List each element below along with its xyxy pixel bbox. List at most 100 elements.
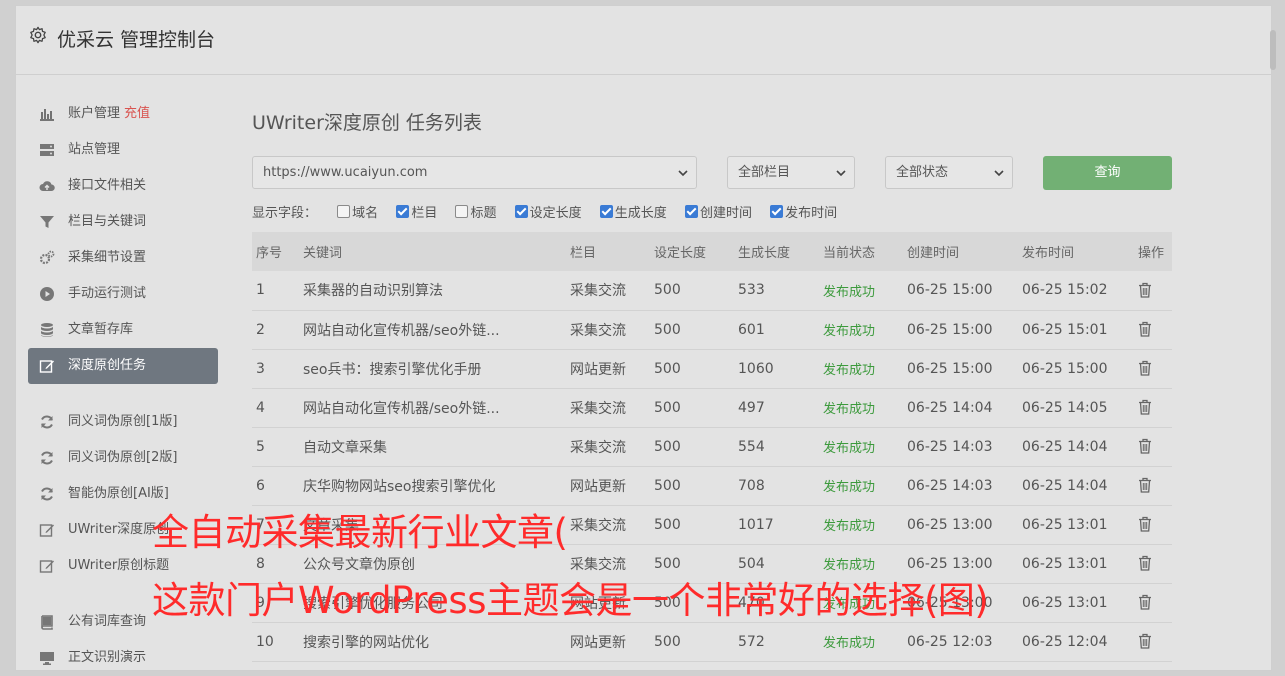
sidebar-item-columns-keywords[interactable]: 栏目与关键词 bbox=[28, 204, 218, 240]
sidebar-item-deep-original-tasks[interactable]: 深度原创任务 bbox=[28, 348, 218, 384]
checkbox[interactable] bbox=[514, 205, 528, 218]
trash-icon[interactable] bbox=[1138, 360, 1152, 376]
trash-icon[interactable] bbox=[1138, 633, 1152, 649]
table-cell-action bbox=[1138, 466, 1172, 505]
table-cell: 06-25 13:01 bbox=[1022, 594, 1108, 611]
gear-icon[interactable] bbox=[29, 26, 47, 44]
table-cell: 533 bbox=[738, 282, 765, 299]
sidebar-item-interface-files[interactable]: 接口文件相关 bbox=[28, 168, 218, 204]
checkbox[interactable] bbox=[396, 205, 410, 218]
table-row: 10 搜索引擎的网站优化 网站更新 500 572 发布成功 06-25 12:03 06-2… bbox=[252, 622, 1172, 661]
table-cell: 06-25 12:04 bbox=[1022, 633, 1108, 650]
table-cell: 网站更新 bbox=[570, 361, 626, 378]
field-checkbox-created[interactable]: 创建时间 bbox=[684, 202, 752, 221]
table-cell: 06-25 14:04 bbox=[1022, 438, 1108, 455]
field-checkbox-gen-length[interactable]: 生成长度 bbox=[599, 202, 667, 221]
sidebar-item-label: 栏目与关键词 bbox=[68, 214, 147, 229]
table-cell: 06-25 13:00 bbox=[907, 516, 993, 533]
sidebar-item-synonym-v2[interactable]: 同义词伪原创[2版] bbox=[28, 440, 218, 476]
sidebar-item-article-store[interactable]: 文章暂存库 bbox=[28, 312, 218, 348]
sidebar-item-manual-test[interactable]: 手动运行测试 bbox=[28, 276, 218, 312]
field-checkbox-domain[interactable]: 域名 bbox=[337, 202, 378, 221]
trash-icon[interactable] bbox=[1138, 282, 1152, 298]
table-cell: 4 bbox=[256, 399, 265, 416]
column-select[interactable]: 全部栏目 bbox=[727, 156, 855, 189]
page-title: UWriter深度原创 任务列表 bbox=[252, 112, 482, 134]
overlay-caption-line1: 全自动采集最新行业文章( bbox=[152, 511, 568, 554]
checkbox-label: 创建时间 bbox=[699, 206, 752, 221]
trash-icon[interactable] bbox=[1138, 594, 1152, 610]
gears-icon bbox=[39, 250, 55, 265]
trash-icon[interactable] bbox=[1138, 399, 1152, 415]
table-cell: 自动文章采集 bbox=[303, 439, 387, 456]
field-checkbox-title[interactable]: 标题 bbox=[455, 202, 496, 221]
table-cell: 1060 bbox=[738, 360, 774, 377]
recharge-link[interactable]: 充值 bbox=[124, 106, 150, 121]
sidebar-item-label: 文章暂存库 bbox=[68, 322, 134, 337]
server-icon bbox=[40, 144, 54, 156]
site-select[interactable]: https://www.ucaiyun.com bbox=[252, 156, 697, 189]
table-cell: 发布成功 bbox=[823, 441, 876, 456]
checkbox[interactable] bbox=[337, 205, 351, 218]
table-cell: 500 bbox=[654, 399, 681, 416]
table-cell: 601 bbox=[738, 321, 765, 338]
table-cell: 06-25 14:03 bbox=[907, 477, 993, 494]
table-cell: 3 bbox=[256, 360, 265, 377]
table-cell: 06-25 15:02 bbox=[1022, 282, 1108, 299]
sidebar-item-synonym-v1[interactable]: 同义词伪原创[1版] bbox=[28, 404, 218, 440]
play-icon bbox=[40, 287, 54, 301]
sidebar-item-sites[interactable]: 站点管理 bbox=[28, 132, 218, 168]
sidebar-item-label: 智能伪原创[AI版] bbox=[68, 486, 169, 501]
edit-icon bbox=[39, 524, 54, 537]
trash-icon[interactable] bbox=[1138, 321, 1152, 337]
table-cell: 网站自动化宣传机器/seo外链... bbox=[303, 322, 500, 339]
trash-icon[interactable] bbox=[1138, 438, 1152, 454]
table-cell: 发布成功 bbox=[823, 636, 876, 651]
field-checkbox-set-length[interactable]: 设定长度 bbox=[514, 202, 582, 221]
table-cell: 572 bbox=[738, 633, 765, 650]
table-row: 2 网站自动化宣传机器/seo外链... 采集交流 500 601 发布成功 06-25 1… bbox=[252, 310, 1172, 349]
sidebar-item-label: 深度原创任务 bbox=[68, 358, 147, 373]
sidebar-item-label: 正文识别演示 bbox=[68, 650, 147, 665]
trash-icon[interactable] bbox=[1138, 516, 1152, 532]
table-row: 5 自动文章采集 采集交流 500 554 发布成功 06-25 14:03 06-25 14… bbox=[252, 427, 1172, 466]
checkbox-label: 标题 bbox=[470, 206, 497, 221]
checkbox[interactable] bbox=[455, 205, 469, 218]
field-checkbox-column[interactable]: 栏目 bbox=[396, 202, 437, 221]
site-select-value: https://www.ucaiyun.com bbox=[263, 165, 428, 180]
table-cell-action bbox=[1138, 622, 1172, 661]
table-cell: 采集交流 bbox=[570, 439, 626, 456]
checkbox-label: 设定长度 bbox=[529, 206, 582, 221]
table-cell: 5 bbox=[256, 438, 265, 455]
query-button[interactable]: 查询 bbox=[1043, 156, 1172, 190]
table-cell: 搜索引擎的网站优化 bbox=[303, 634, 429, 651]
table-cell: 500 bbox=[654, 516, 681, 533]
table-cell: 500 bbox=[654, 360, 681, 377]
sidebar-item-account[interactable]: 账户管理 充值 bbox=[28, 96, 218, 132]
chevron-down-icon bbox=[836, 170, 846, 177]
checkbox[interactable] bbox=[599, 205, 613, 218]
status-select[interactable]: 全部状态 bbox=[885, 156, 1013, 189]
edit-icon bbox=[39, 360, 54, 373]
checkbox[interactable] bbox=[684, 205, 698, 218]
table-cell: 网站更新 bbox=[570, 634, 626, 651]
field-checkbox-published[interactable]: 发布时间 bbox=[770, 202, 837, 221]
column-header: 创建时间 bbox=[907, 246, 960, 261]
table-cell: 采集交流 bbox=[570, 517, 626, 534]
table-cell: 06-25 14:03 bbox=[907, 438, 993, 455]
scrollbar[interactable] bbox=[1270, 30, 1276, 70]
checkbox[interactable] bbox=[770, 205, 784, 218]
sidebar-item-collect-settings[interactable]: 采集细节设置 bbox=[28, 240, 218, 276]
table-cell-action bbox=[1138, 427, 1172, 466]
table-cell: 06-25 15:00 bbox=[907, 360, 993, 377]
table-cell-action bbox=[1138, 310, 1172, 349]
checkbox-label: 发布时间 bbox=[785, 206, 838, 221]
trash-icon[interactable] bbox=[1138, 477, 1152, 493]
table-cell-action bbox=[1138, 349, 1172, 388]
sidebar-item-label: 站点管理 bbox=[68, 142, 121, 157]
refresh-icon bbox=[41, 415, 53, 429]
sidebar-item-label: 接口文件相关 bbox=[68, 178, 147, 193]
sidebar-item-label: 同义词伪原创[1版] bbox=[68, 414, 178, 429]
trash-icon[interactable] bbox=[1138, 555, 1152, 571]
edit-icon bbox=[39, 560, 54, 573]
